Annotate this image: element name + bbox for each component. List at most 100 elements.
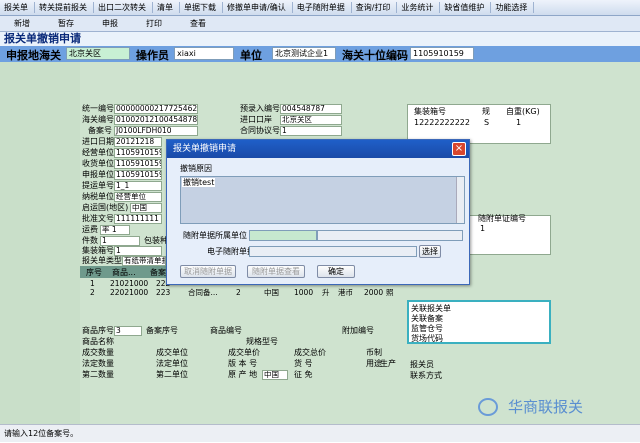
goods-cell: 22021000: [110, 288, 149, 297]
menu-item[interactable]: 电子随附单据: [293, 2, 352, 13]
nsdw-field[interactable]: 经营单位: [114, 192, 162, 202]
shdw-label: 收货单位: [82, 159, 114, 168]
customs-field[interactable]: 北京关区: [66, 47, 130, 60]
toolbar-button[interactable]: 查看: [176, 18, 220, 29]
goods-row[interactable]: 2 22021000 223 合同备... 2 中国 1000 升 港币 200…: [80, 288, 400, 297]
ggxh-label: 规格型号: [246, 337, 278, 346]
owner-label: 随附单据所属单位: [183, 231, 247, 240]
code-field[interactable]: 1105910159: [410, 47, 474, 60]
menu-item[interactable]: 单据下载: [180, 2, 223, 13]
menu-item[interactable]: 转关提前报关: [35, 2, 94, 13]
menu-item[interactable]: 缺省值维护: [440, 2, 492, 13]
fddw-label: 法定单位: [156, 359, 188, 368]
related-record-label: 关联备案: [411, 314, 443, 323]
menu-item[interactable]: 功能选择: [491, 2, 535, 13]
jkrq-field[interactable]: 20121218: [114, 137, 162, 147]
warehouse-label: 监管仓号: [411, 324, 443, 333]
menu-item[interactable]: 报关单: [0, 2, 35, 13]
goods-cell: 1: [90, 279, 95, 288]
ok-button[interactable]: 确定: [317, 265, 355, 278]
unit-label: 单位: [240, 49, 262, 62]
bizhi-label: 币制: [366, 348, 382, 357]
menu-item[interactable]: 业务统计: [397, 2, 441, 13]
jianshu-field[interactable]: 1: [100, 236, 140, 246]
spxh-field[interactable]: 3: [114, 326, 142, 336]
pzwh-label: 批准文号: [82, 214, 114, 223]
toolbar-button[interactable]: 暂存: [44, 18, 88, 29]
close-icon[interactable]: ×: [452, 142, 466, 156]
menu-item[interactable]: 查询/打印: [352, 2, 398, 13]
fdsl-label: 法定数量: [82, 359, 114, 368]
tydh-field[interactable]: 1_1: [114, 181, 162, 191]
cjsl-label: 成交数量: [82, 348, 114, 357]
jinchu-field[interactable]: 北京关区: [280, 115, 342, 125]
goods-cell: 2000: [364, 288, 384, 297]
owner-field[interactable]: [249, 230, 317, 241]
tongyi-field[interactable]: 0000000021772546261: [114, 104, 198, 114]
jianshu-label: 件数: [82, 236, 98, 245]
goods-cell: 照: [386, 288, 394, 297]
goods-col-record: 备案: [150, 268, 166, 277]
choose-button[interactable]: 选择: [419, 245, 441, 258]
toolbar-button[interactable]: 打印: [132, 18, 176, 29]
yulu-field[interactable]: 004548787: [280, 104, 342, 114]
menu-item[interactable]: 修撤单申请/确认: [223, 2, 293, 13]
qydg-label: 启运国(地区): [82, 203, 129, 212]
operator-field[interactable]: xiaxi: [174, 47, 234, 60]
toolbar-button[interactable]: 申报: [88, 18, 132, 29]
spmc-label: 商品名称: [82, 337, 114, 346]
container-col-number: 集装箱号: [414, 107, 446, 116]
goods-cell: 2: [90, 288, 95, 297]
owner-field-ext[interactable]: [317, 230, 463, 241]
goods-cell: 223: [156, 288, 171, 297]
yard-code-label: 货场代码: [411, 334, 443, 343]
scrollbar[interactable]: [456, 177, 464, 223]
header-bar: 申报地海关 北京关区 操作员 xiaxi 单位 北京测试企业1 海关十位编码 1…: [0, 46, 640, 62]
toolbar: 新增 暂存 申报 打印 查看: [0, 16, 640, 32]
pzwh-field[interactable]: 111111111: [114, 214, 162, 224]
jydw-field[interactable]: 1105910159: [114, 148, 162, 158]
tydh-label: 提运单号: [82, 181, 114, 190]
bgdlx-label: 报关单类型: [82, 256, 122, 265]
edoc-field[interactable]: [249, 246, 417, 257]
menu-item[interactable]: 清单: [153, 2, 180, 13]
sbdw-label: 申报单位: [82, 170, 114, 179]
dier-label: 第二数量: [82, 370, 114, 379]
bgdlx-field[interactable]: 有纸带清单报关: [122, 256, 166, 266]
jzx-field[interactable]: 1: [114, 246, 162, 256]
dierdw-label: 第二单位: [156, 370, 188, 379]
customs-label: 申报地海关: [6, 49, 61, 62]
hetong-field[interactable]: 1: [280, 126, 342, 136]
goods-cell: 港币: [338, 288, 353, 297]
reason-textarea[interactable]: 撤销test: [180, 176, 465, 224]
operator-label: 操作员: [136, 49, 169, 62]
view-attach-button[interactable]: 随附单据查看: [247, 265, 305, 278]
toolbar-button[interactable]: 新增: [0, 18, 44, 29]
unit-field[interactable]: 北京测试企业1: [272, 47, 336, 60]
beian-field[interactable]: J0100LFDH010: [114, 126, 198, 136]
shdw-field[interactable]: 1105910159: [114, 159, 162, 169]
yunfei-field[interactable]: 率 1: [100, 225, 130, 235]
chat-icon: [478, 398, 498, 416]
goods-col-name: 商品...: [112, 268, 136, 277]
status-bar: 请输入12位备案号。: [0, 424, 640, 442]
container-col-weight: 自重(KG): [506, 107, 540, 116]
goods-cell: 2: [236, 288, 241, 297]
watermark-text: 华商联报关: [508, 398, 584, 416]
container-grid[interactable]: 集装箱号 规 自重(KG) 12222222222 S 1: [407, 104, 551, 144]
jinchu-label: 进口口岸: [240, 115, 272, 124]
reason-label: 撤销原因: [180, 164, 212, 173]
goods-col-seq: 序号: [86, 268, 102, 277]
huohao-label: 货 号: [294, 359, 313, 368]
cjdw-label: 成交单位: [156, 348, 188, 357]
haiguan-field[interactable]: 010020121004548787: [114, 115, 198, 125]
menu-item[interactable]: 出口二次转关: [94, 2, 153, 13]
sbdw-field[interactable]: 1105910159: [114, 170, 162, 180]
dialog-title: 报关单撤销申请: [167, 140, 469, 158]
container-col-spec: 规: [482, 107, 490, 116]
qydg-field[interactable]: 中国: [130, 203, 162, 213]
baxh-label: 备案序号: [146, 326, 178, 335]
cancel-attach-button[interactable]: 取消随附单据: [180, 265, 236, 278]
ycd-field[interactable]: 中国: [262, 370, 288, 380]
reason-text: 撤销test: [182, 178, 216, 187]
